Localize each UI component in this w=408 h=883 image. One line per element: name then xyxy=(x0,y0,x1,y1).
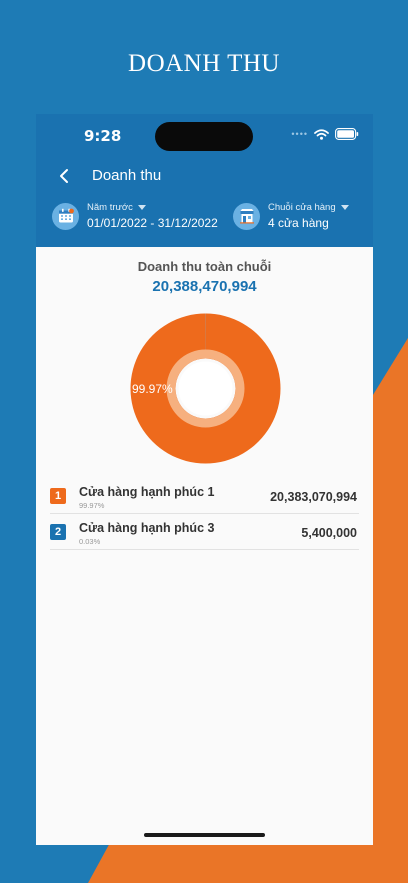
signal-icon: •••• xyxy=(291,128,308,139)
date-range-filter[interactable]: Năm trước 01/01/2022 - 31/12/2022 xyxy=(52,202,218,230)
store-name: Cửa hàng hạnh phúc 3 xyxy=(79,521,215,535)
phone-screen: 9:28 •••• Doanh thu Năm trước 01/01/2022… xyxy=(36,114,373,845)
caret-down-icon xyxy=(137,205,146,210)
store-chain-label-text: Chuỗi cửa hàng xyxy=(268,202,336,213)
promo-title: DOANH THU xyxy=(128,50,280,77)
chevron-left-icon xyxy=(60,169,68,183)
status-time: 9:28 xyxy=(84,127,122,145)
store-name: Cửa hàng hạnh phúc 1 xyxy=(79,485,215,499)
back-button[interactable] xyxy=(52,164,76,188)
date-range-value: 01/01/2022 - 31/12/2022 xyxy=(87,216,218,230)
home-indicator xyxy=(144,833,265,837)
caret-down-icon xyxy=(340,205,349,210)
store-revenue-list: 1 Cửa hàng hạnh phúc 1 99.97% 20,383,070… xyxy=(50,478,359,550)
store-revenue: 5,400,000 xyxy=(301,526,357,540)
summary-title: Doanh thu toàn chuỗi xyxy=(137,259,272,274)
list-item[interactable]: 1 Cửa hàng hạnh phúc 1 99.97% 20,383,070… xyxy=(50,478,359,514)
list-item[interactable]: 2 Cửa hàng hạnh phúc 3 0.03% 5,400,000 xyxy=(50,514,359,550)
rank-badge: 1 xyxy=(50,488,66,504)
date-range-label: Năm trước xyxy=(87,202,218,213)
store-icon xyxy=(233,202,260,230)
store-chain-filter[interactable]: Chuỗi cửa hàng 4 cửa hàng xyxy=(233,202,349,230)
store-revenue: 20,383,070,994 xyxy=(270,490,357,504)
battery-icon xyxy=(335,128,359,140)
donut-slice-label: 99.97% xyxy=(132,382,173,396)
calendar-icon xyxy=(52,202,79,230)
date-range-label-text: Năm trước xyxy=(87,202,133,213)
summary-total: 20,388,470,994 xyxy=(152,278,257,295)
wifi-icon xyxy=(314,128,329,140)
store-chain-label: Chuỗi cửa hàng xyxy=(268,202,349,213)
nav-title: Doanh thu xyxy=(92,167,162,184)
rank-badge: 2 xyxy=(50,524,66,540)
dynamic-island xyxy=(155,122,253,151)
status-icons: •••• xyxy=(291,128,359,140)
store-chain-value: 4 cửa hàng xyxy=(268,216,329,230)
donut-hole xyxy=(178,361,233,416)
store-percent: 99.97% xyxy=(79,501,105,510)
store-percent: 0.03% xyxy=(79,537,101,546)
app-header: 9:28 •••• Doanh thu Năm trước 01/01/2022… xyxy=(36,114,373,247)
